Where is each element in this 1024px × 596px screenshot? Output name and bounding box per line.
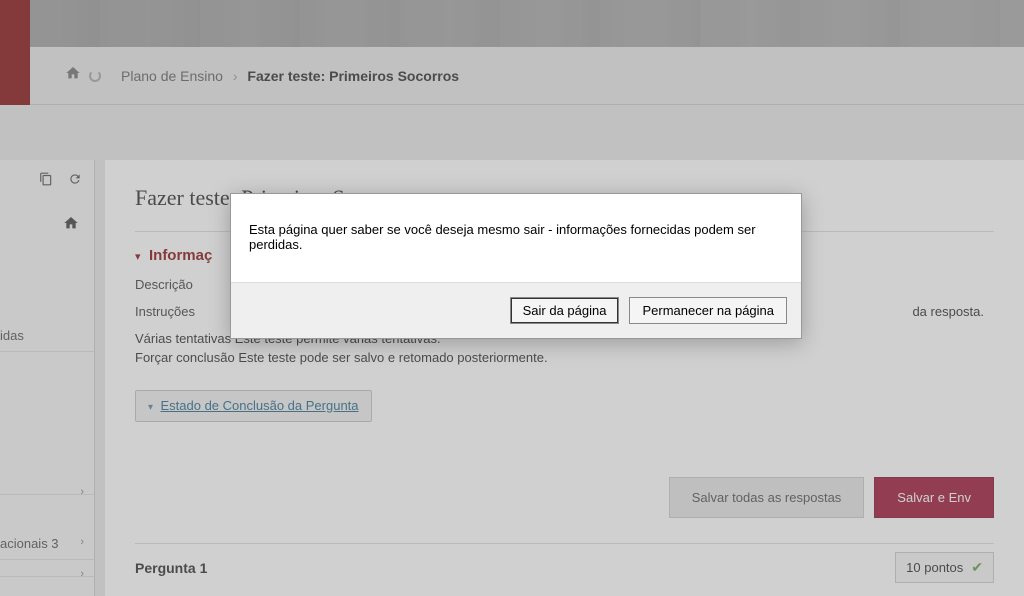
stay-on-page-button[interactable]: Permanecer na página [629, 297, 787, 324]
modal-footer: Sair da página Permanecer na página [231, 282, 801, 338]
leave-page-button[interactable]: Sair da página [510, 297, 620, 324]
modal-message: Esta página quer saber se você deseja me… [231, 194, 801, 282]
leave-page-modal: Esta página quer saber se você deseja me… [230, 193, 802, 339]
